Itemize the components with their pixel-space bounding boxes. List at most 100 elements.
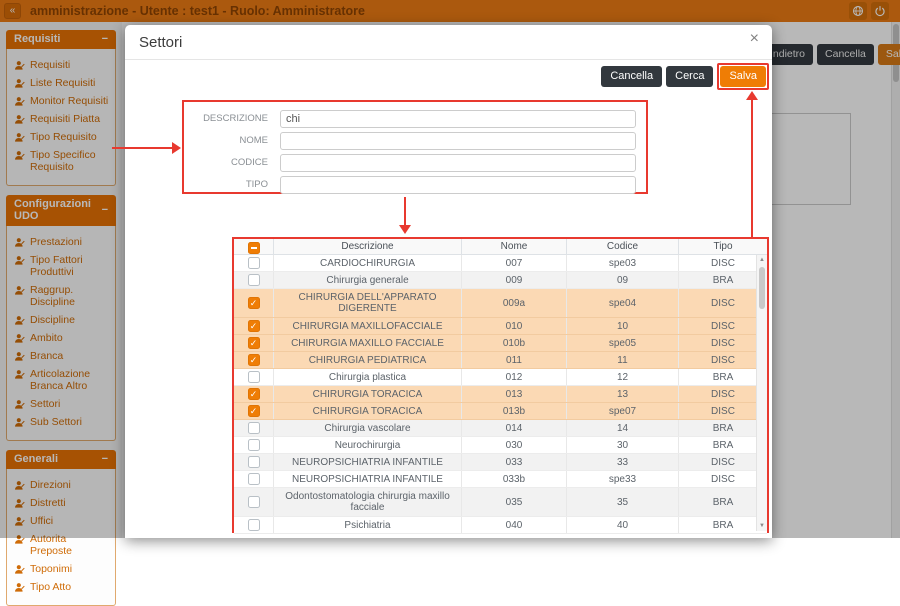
row-checkbox[interactable] <box>248 371 260 383</box>
search-form: DESCRIZIONE NOME CODICE TIPO <box>184 102 646 194</box>
form-field-label: DESCRIZIONE <box>194 113 280 124</box>
descrizione-input[interactable] <box>280 110 636 128</box>
table-row[interactable]: Neurochirurgia 030 30 BRA <box>234 437 767 454</box>
row-checkbox[interactable] <box>248 354 260 366</box>
cerca-button[interactable]: Cerca <box>666 66 713 87</box>
cancella-button[interactable]: Cancella <box>601 66 662 87</box>
cell-descrizione: CHIRURGIA MAXILLO FACCIALE <box>274 335 462 351</box>
row-checkbox-cell <box>234 318 274 334</box>
cell-codice: 33 <box>567 454 679 470</box>
column-header-tipo[interactable]: Tipo <box>679 239 767 254</box>
column-header-descrizione[interactable]: Descrizione <box>274 239 462 254</box>
row-checkbox-cell <box>234 420 274 436</box>
cell-tipo: DISC <box>679 335 767 351</box>
cell-tipo: DISC <box>679 352 767 368</box>
select-all-cell <box>234 239 274 254</box>
row-checkbox[interactable] <box>248 473 260 485</box>
cell-nome: 010b <box>462 335 567 351</box>
row-checkbox[interactable] <box>248 388 260 400</box>
cell-descrizione: CHIRURGIA TORACICA <box>274 386 462 402</box>
table-row[interactable]: CHIRURGIA MAXILLOFACCIALE 010 10 DISC <box>234 318 767 335</box>
cell-codice: 12 <box>567 369 679 385</box>
cell-codice: spe07 <box>567 403 679 419</box>
cell-descrizione: CHIRURGIA TORACICA <box>274 403 462 419</box>
cell-tipo: BRA <box>679 369 767 385</box>
row-checkbox[interactable] <box>248 439 260 451</box>
table-row[interactable]: NEUROPSICHIATRIA INFANTILE 033 33 DISC <box>234 454 767 471</box>
table-row[interactable]: CHIRURGIA TORACICA 013b spe07 DISC <box>234 403 767 420</box>
cell-codice: spe04 <box>567 289 679 317</box>
table-row[interactable]: CHIRURGIA DELL'APPARATO DIGERENTE 009a s… <box>234 289 767 318</box>
row-checkbox[interactable] <box>248 422 260 434</box>
row-checkbox[interactable] <box>248 274 260 286</box>
sidebar-item-label: Tipo Atto <box>30 581 71 593</box>
row-checkbox-cell <box>234 437 274 453</box>
tipo-input[interactable] <box>280 176 636 194</box>
codice-input[interactable] <box>280 154 636 172</box>
row-checkbox[interactable] <box>248 496 260 508</box>
modal-toolbar: Cancella Cerca Salva <box>601 63 769 90</box>
annotation-arrow-table-line <box>404 197 406 225</box>
table-row[interactable]: CARDIOCHIRURGIA 007 spe03 DISC <box>234 255 767 272</box>
cell-nome: 014 <box>462 420 567 436</box>
column-header-codice[interactable]: Codice <box>567 239 679 254</box>
row-checkbox[interactable] <box>248 519 260 531</box>
table-row[interactable]: Chirurgia generale 009 09 BRA <box>234 272 767 289</box>
row-checkbox[interactable] <box>248 320 260 332</box>
row-checkbox[interactable] <box>248 257 260 269</box>
form-field-row: CODICE <box>194 153 636 172</box>
cell-nome: 033b <box>462 471 567 487</box>
row-checkbox[interactable] <box>248 456 260 468</box>
row-checkbox-cell <box>234 471 274 487</box>
form-field-row: TIPO <box>194 175 636 194</box>
table-row[interactable]: Psichiatria 040 40 BRA <box>234 517 767 534</box>
row-checkbox[interactable] <box>248 297 260 309</box>
cell-descrizione: NEUROPSICHIATRIA INFANTILE <box>274 471 462 487</box>
cell-tipo: DISC <box>679 471 767 487</box>
row-checkbox-cell <box>234 369 274 385</box>
cell-codice: 13 <box>567 386 679 402</box>
cell-nome: 011 <box>462 352 567 368</box>
cell-descrizione: CHIRURGIA PEDIATRICA <box>274 352 462 368</box>
row-checkbox-cell <box>234 335 274 351</box>
table-row[interactable]: Chirurgia plastica 012 12 BRA <box>234 369 767 386</box>
row-checkbox-cell <box>234 255 274 271</box>
row-checkbox[interactable] <box>248 337 260 349</box>
cell-descrizione: CHIRURGIA DELL'APPARATO DIGERENTE <box>274 289 462 317</box>
nome-input[interactable] <box>280 132 636 150</box>
table-row[interactable]: Odontostomatologia chirurgia maxillo fac… <box>234 488 767 517</box>
scroll-down-icon[interactable]: ▼ <box>757 523 767 529</box>
user-icon <box>14 582 25 593</box>
select-all-checkbox[interactable] <box>248 242 260 254</box>
table-row[interactable]: CHIRURGIA MAXILLO FACCIALE 010b spe05 DI… <box>234 335 767 352</box>
table-scrollbar[interactable]: ▲ ▼ <box>756 255 767 531</box>
cell-nome: 040 <box>462 517 567 533</box>
salva-button[interactable]: Salva <box>720 66 766 87</box>
cell-codice: spe33 <box>567 471 679 487</box>
column-header-nome[interactable]: Nome <box>462 239 567 254</box>
annotation-arrow-salva-head <box>746 91 758 100</box>
table-row[interactable]: Chirurgia vascolare 014 14 BRA <box>234 420 767 437</box>
close-icon[interactable]: × <box>750 30 759 48</box>
cell-descrizione: NEUROPSICHIATRIA INFANTILE <box>274 454 462 470</box>
row-checkbox[interactable] <box>248 405 260 417</box>
form-field-label: CODICE <box>194 157 280 168</box>
scroll-up-icon[interactable]: ▲ <box>757 257 767 263</box>
cell-codice: 35 <box>567 488 679 516</box>
form-field-label: NOME <box>194 135 280 146</box>
annotation-arrow-salva-line <box>751 100 753 237</box>
table-row[interactable]: CHIRURGIA TORACICA 013 13 DISC <box>234 386 767 403</box>
row-checkbox-cell <box>234 454 274 470</box>
table-scrollbar-thumb[interactable] <box>759 267 765 309</box>
cell-tipo: DISC <box>679 386 767 402</box>
row-checkbox-cell <box>234 272 274 288</box>
cell-nome: 035 <box>462 488 567 516</box>
sidebar-item[interactable]: Tipo Atto <box>14 581 111 593</box>
user-icon <box>14 564 25 575</box>
modal-title: Settori <box>139 34 182 51</box>
table-header: Descrizione Nome Codice Tipo <box>234 239 767 255</box>
sidebar-item[interactable]: Toponimi <box>14 563 111 575</box>
table-row[interactable]: CHIRURGIA PEDIATRICA 011 11 DISC <box>234 352 767 369</box>
modal-divider <box>125 59 772 60</box>
table-row[interactable]: NEUROPSICHIATRIA INFANTILE 033b spe33 DI… <box>234 471 767 488</box>
